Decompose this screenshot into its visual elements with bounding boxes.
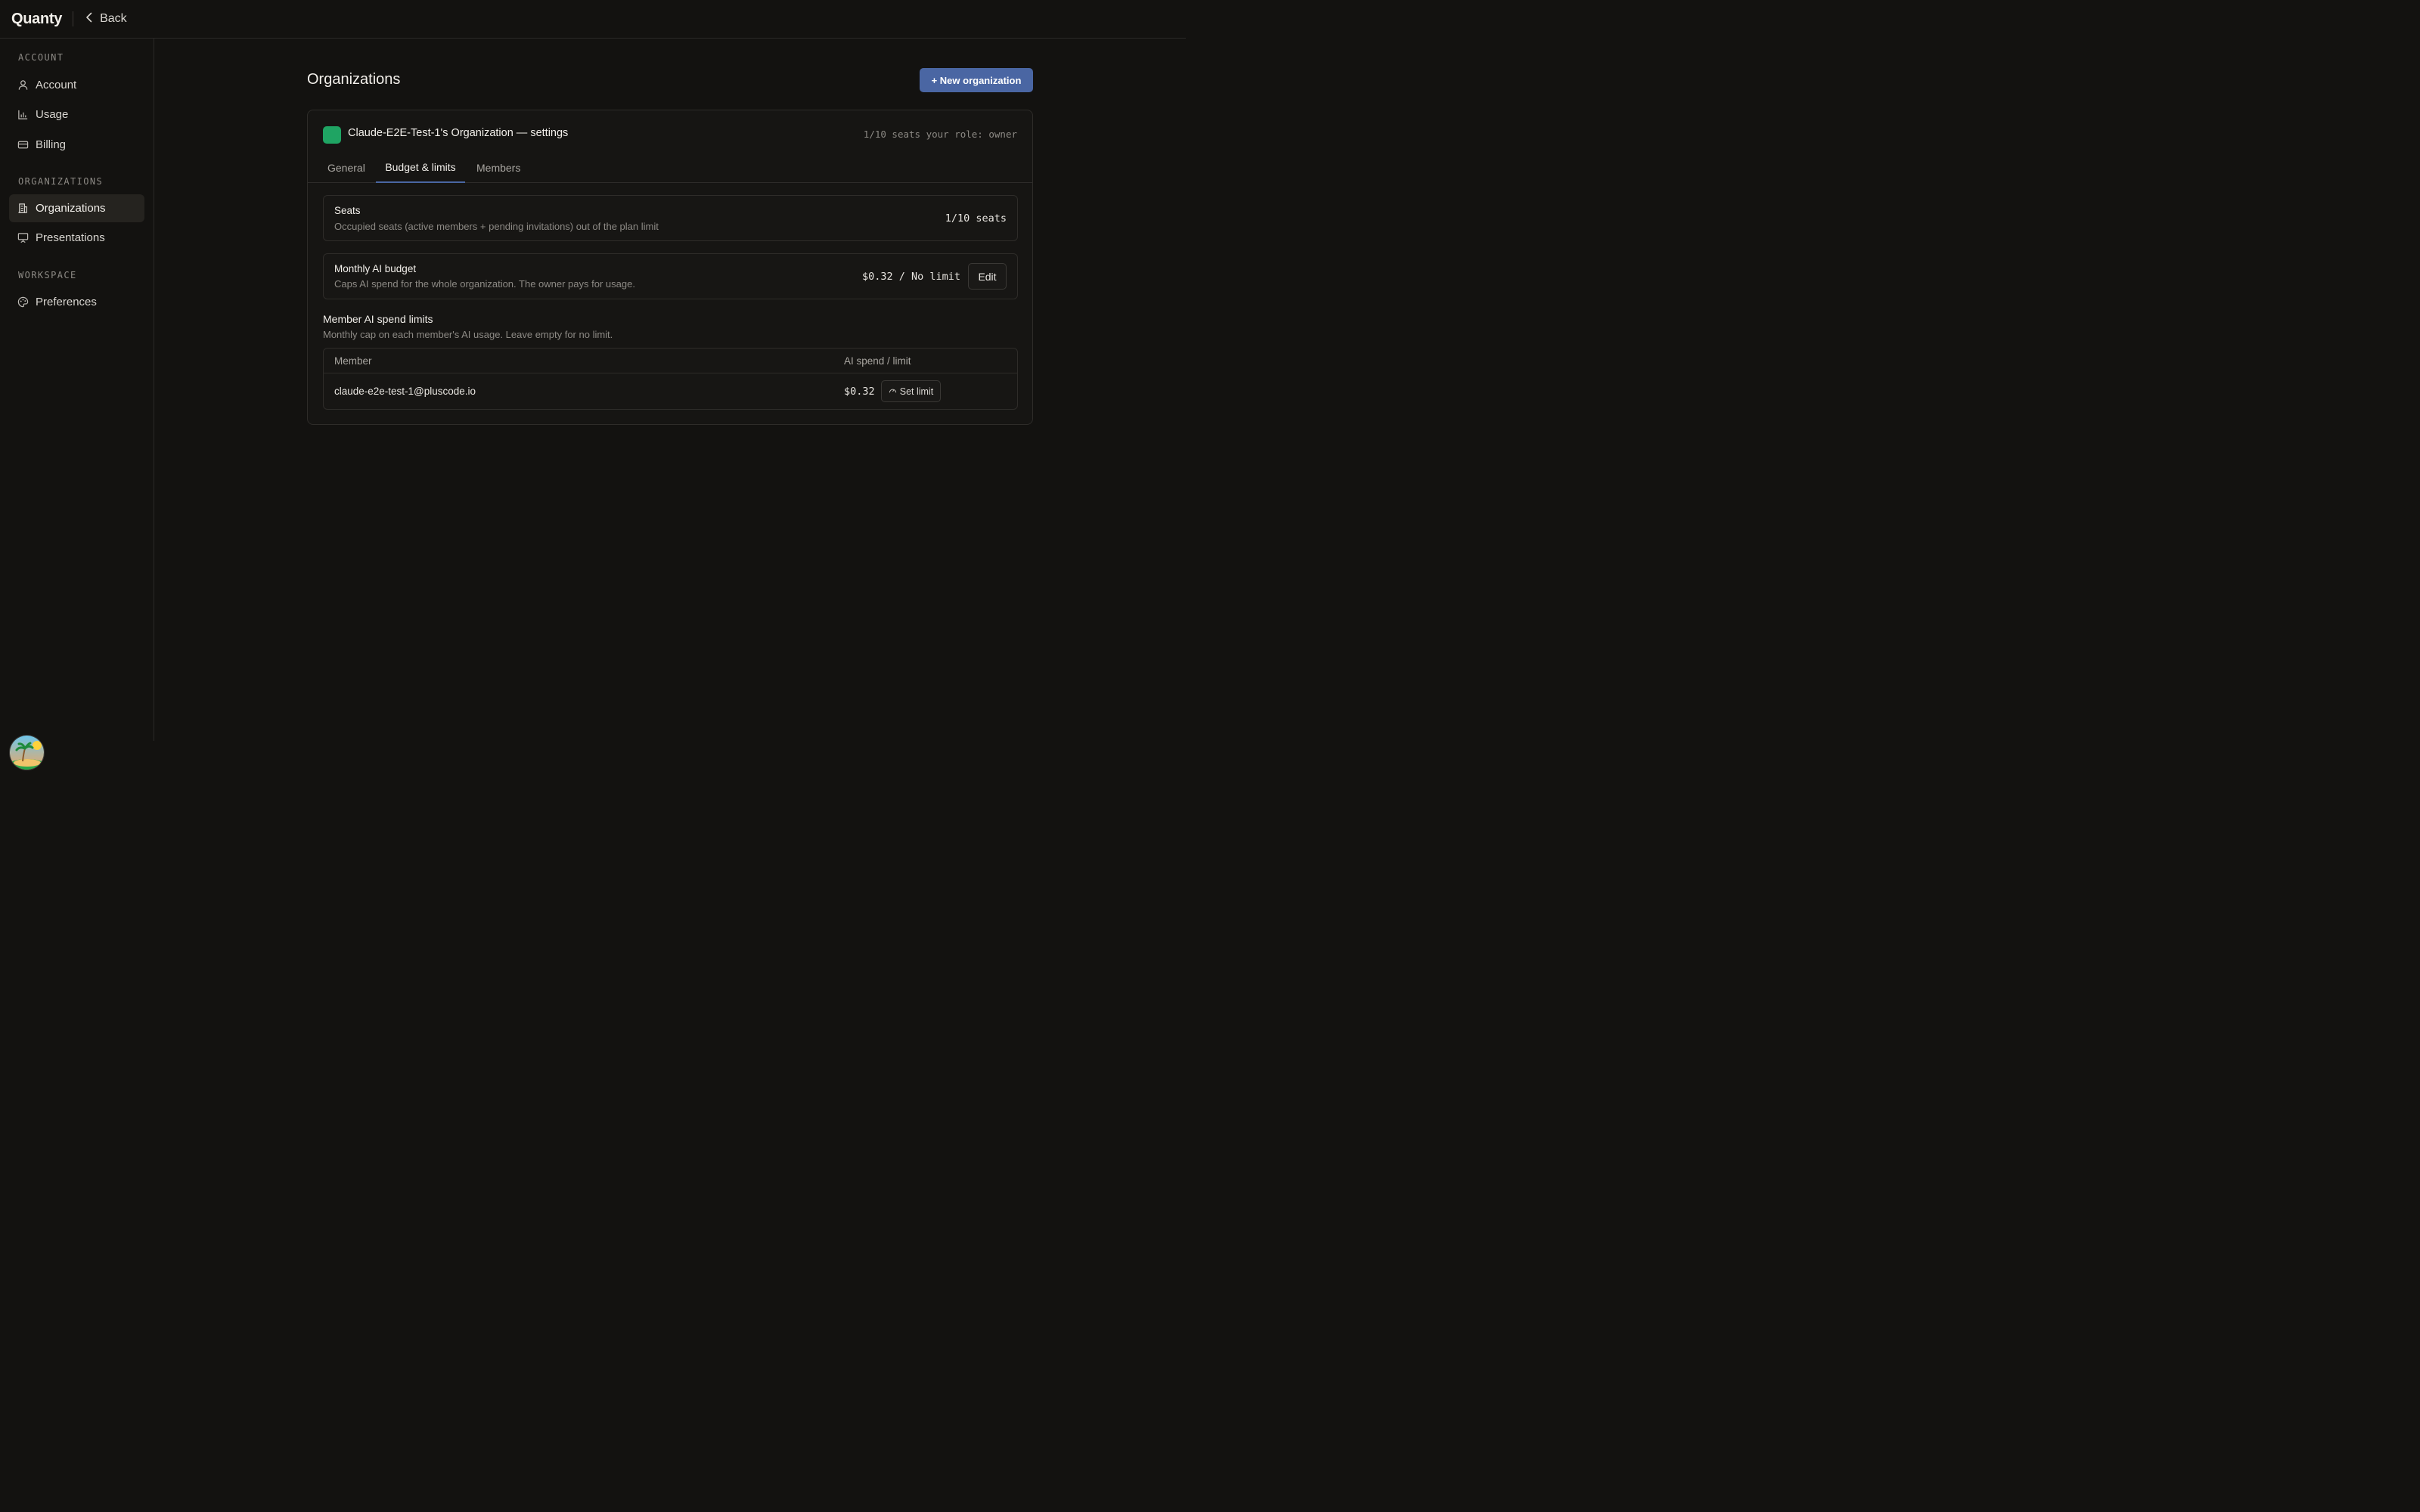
- sidebar-item-billing[interactable]: Billing: [9, 131, 144, 159]
- edit-budget-button[interactable]: Edit: [968, 263, 1007, 290]
- chevron-left-icon: [85, 12, 100, 26]
- seats-panel: Seats Occupied seats (active members + p…: [323, 195, 1018, 241]
- member-limits-table: Member AI spend / limit claude-e2e-test-…: [323, 348, 1018, 410]
- gauge-icon: [889, 386, 900, 397]
- monthly-budget-panel: Monthly AI budget Caps AI spend for the …: [323, 253, 1018, 299]
- sidebar-item-usage[interactable]: Usage: [9, 101, 144, 129]
- building-icon: [17, 203, 29, 215]
- org-seats-role-meta: 1/10 seats your role: owner: [863, 129, 1017, 140]
- sidebar-item-preferences[interactable]: Preferences: [9, 288, 144, 316]
- credit-card-icon: [17, 139, 29, 151]
- seats-title: Seats: [334, 205, 361, 216]
- back-button[interactable]: Back: [85, 12, 127, 26]
- seats-value: 1/10 seats: [945, 212, 1007, 225]
- tab-general[interactable]: General: [327, 153, 365, 183]
- set-limit-button[interactable]: Set limit: [881, 380, 941, 402]
- member-limits-title: Member AI spend limits: [323, 313, 433, 325]
- top-bar: Quanty Back: [0, 0, 1186, 39]
- budget-description: Caps AI spend for the whole organization…: [334, 278, 635, 290]
- sidebar-item-presentations[interactable]: Presentations: [9, 224, 144, 252]
- seats-description: Occupied seats (active members + pending…: [334, 221, 659, 232]
- org-color-swatch: [323, 126, 341, 144]
- user-avatar[interactable]: [9, 735, 45, 770]
- org-settings-tabs: General Budget & limits Members: [308, 153, 1032, 183]
- sidebar-item-label: Preferences: [36, 296, 97, 308]
- section-label-account: ACCOUNT: [18, 52, 64, 63]
- member-limits-description: Monthly cap on each member's AI usage. L…: [323, 329, 613, 340]
- column-header-member: Member: [334, 355, 372, 367]
- sidebar-item-label: Usage: [36, 108, 69, 121]
- tab-budget-limits[interactable]: Budget & limits: [376, 153, 465, 183]
- sidebar-item-organizations[interactable]: Organizations: [9, 194, 144, 222]
- sidebar-item-label: Organizations: [36, 202, 106, 215]
- section-label-workspace: WORKSPACE: [18, 270, 77, 280]
- app-logo[interactable]: Quanty: [11, 11, 62, 28]
- presentation-icon: [17, 232, 29, 244]
- budget-value: $0.32 / No limit: [861, 271, 960, 283]
- sidebar-item-label: Billing: [36, 138, 67, 151]
- page-title: Organizations: [307, 71, 401, 88]
- user-icon: [17, 79, 29, 91]
- tab-members[interactable]: Members: [476, 153, 522, 183]
- bar-chart-icon: [17, 109, 29, 121]
- back-label: Back: [100, 12, 127, 25]
- sidebar: ACCOUNT Account Usage Billing ORGANIZATI…: [0, 39, 154, 770]
- member-email: claude-e2e-test-1@pluscode.io: [334, 386, 476, 397]
- org-settings-title: Claude-E2E-Test-1's Organization — setti…: [348, 127, 569, 139]
- sidebar-item-account[interactable]: Account: [9, 71, 144, 99]
- palette-icon: [17, 296, 29, 308]
- new-organization-button[interactable]: + New organization: [920, 68, 1033, 92]
- budget-title: Monthly AI budget: [334, 263, 417, 274]
- organization-card: Claude-E2E-Test-1's Organization — setti…: [307, 110, 1033, 425]
- sidebar-item-label: Account: [36, 79, 77, 91]
- sidebar-item-label: Presentations: [36, 231, 105, 244]
- section-label-organizations: ORGANIZATIONS: [18, 176, 104, 187]
- member-spend: $0.32: [844, 386, 875, 398]
- column-header-spend: AI spend / limit: [844, 355, 911, 367]
- set-limit-label: Set limit: [899, 386, 934, 397]
